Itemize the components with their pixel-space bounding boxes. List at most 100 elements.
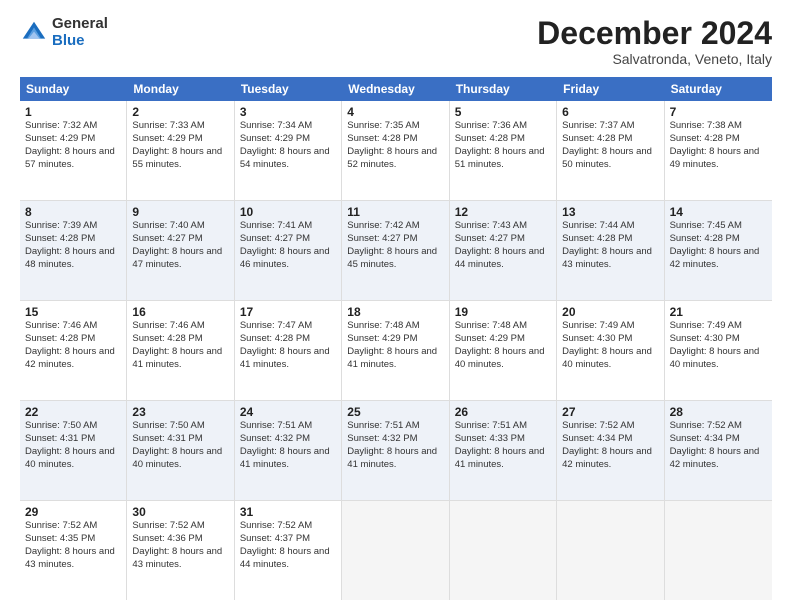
sunset-line: Sunset: 4:32 PM	[347, 433, 443, 446]
sunset-line: Sunset: 4:33 PM	[455, 433, 551, 446]
day-number: 31	[240, 505, 336, 519]
cal-cell-w3-d5: 20 Sunrise: 7:49 AM Sunset: 4:30 PM Dayl…	[557, 301, 664, 400]
sunset-line: Sunset: 4:29 PM	[347, 333, 443, 346]
location: Salvatronda, Veneto, Italy	[537, 51, 772, 67]
cal-cell-w1-d2: 3 Sunrise: 7:34 AM Sunset: 4:29 PM Dayli…	[235, 101, 342, 200]
day-number: 26	[455, 405, 551, 419]
sunrise-line: Sunrise: 7:42 AM	[347, 220, 443, 233]
sunset-line: Sunset: 4:28 PM	[25, 333, 121, 346]
sunrise-line: Sunrise: 7:41 AM	[240, 220, 336, 233]
cal-cell-w4-d1: 23 Sunrise: 7:50 AM Sunset: 4:31 PM Dayl…	[127, 401, 234, 500]
header-saturday: Saturday	[665, 77, 772, 101]
week-row-2: 8 Sunrise: 7:39 AM Sunset: 4:28 PM Dayli…	[20, 201, 772, 301]
sunset-line: Sunset: 4:30 PM	[562, 333, 658, 346]
daylight-label: Daylight: 8 hours and 55 minutes.	[132, 146, 228, 172]
cal-cell-w2-d4: 12 Sunrise: 7:43 AM Sunset: 4:27 PM Dayl…	[450, 201, 557, 300]
day-number: 28	[670, 405, 767, 419]
cal-cell-w5-d0: 29 Sunrise: 7:52 AM Sunset: 4:35 PM Dayl…	[20, 501, 127, 600]
sunset-line: Sunset: 4:31 PM	[132, 433, 228, 446]
day-number: 13	[562, 205, 658, 219]
sunset-line: Sunset: 4:34 PM	[670, 433, 767, 446]
day-number: 2	[132, 105, 228, 119]
sunset-line: Sunset: 4:28 PM	[562, 233, 658, 246]
month-title: December 2024	[537, 16, 772, 51]
week-row-3: 15 Sunrise: 7:46 AM Sunset: 4:28 PM Dayl…	[20, 301, 772, 401]
daylight-label: Daylight: 8 hours and 41 minutes.	[347, 346, 443, 372]
sunset-line: Sunset: 4:31 PM	[25, 433, 121, 446]
daylight-label: Daylight: 8 hours and 40 minutes.	[562, 346, 658, 372]
logo-icon	[20, 19, 48, 47]
day-number: 14	[670, 205, 767, 219]
daylight-label: Daylight: 8 hours and 43 minutes.	[132, 546, 228, 572]
daylight-label: Daylight: 8 hours and 50 minutes.	[562, 146, 658, 172]
day-number: 17	[240, 305, 336, 319]
sunrise-line: Sunrise: 7:46 AM	[25, 320, 121, 333]
day-number: 23	[132, 405, 228, 419]
day-number: 18	[347, 305, 443, 319]
daylight-label: Daylight: 8 hours and 41 minutes.	[240, 346, 336, 372]
sunset-line: Sunset: 4:28 PM	[670, 233, 767, 246]
sunset-line: Sunset: 4:28 PM	[347, 133, 443, 146]
cal-cell-w5-d2: 31 Sunrise: 7:52 AM Sunset: 4:37 PM Dayl…	[235, 501, 342, 600]
daylight-label: Daylight: 8 hours and 42 minutes.	[562, 446, 658, 472]
sunrise-line: Sunrise: 7:48 AM	[347, 320, 443, 333]
cal-cell-w2-d0: 8 Sunrise: 7:39 AM Sunset: 4:28 PM Dayli…	[20, 201, 127, 300]
calendar: Sunday Monday Tuesday Wednesday Thursday…	[20, 77, 772, 600]
sunrise-line: Sunrise: 7:40 AM	[132, 220, 228, 233]
sunrise-line: Sunrise: 7:32 AM	[25, 120, 121, 133]
day-number: 4	[347, 105, 443, 119]
daylight-label: Daylight: 8 hours and 41 minutes.	[455, 446, 551, 472]
sunrise-line: Sunrise: 7:37 AM	[562, 120, 658, 133]
sunrise-line: Sunrise: 7:51 AM	[455, 420, 551, 433]
sunset-line: Sunset: 4:28 PM	[240, 333, 336, 346]
cal-cell-w4-d3: 25 Sunrise: 7:51 AM Sunset: 4:32 PM Dayl…	[342, 401, 449, 500]
daylight-label: Daylight: 8 hours and 42 minutes.	[25, 346, 121, 372]
cal-cell-w4-d2: 24 Sunrise: 7:51 AM Sunset: 4:32 PM Dayl…	[235, 401, 342, 500]
sunset-line: Sunset: 4:35 PM	[25, 533, 121, 546]
sunrise-line: Sunrise: 7:47 AM	[240, 320, 336, 333]
cal-cell-w5-d3	[342, 501, 449, 600]
week-row-5: 29 Sunrise: 7:52 AM Sunset: 4:35 PM Dayl…	[20, 501, 772, 600]
daylight-label: Daylight: 8 hours and 52 minutes.	[347, 146, 443, 172]
sunrise-line: Sunrise: 7:34 AM	[240, 120, 336, 133]
daylight-label: Daylight: 8 hours and 48 minutes.	[25, 246, 121, 272]
cal-cell-w5-d6	[665, 501, 772, 600]
daylight-label: Daylight: 8 hours and 41 minutes.	[132, 346, 228, 372]
daylight-label: Daylight: 8 hours and 40 minutes.	[455, 346, 551, 372]
sunset-line: Sunset: 4:28 PM	[455, 133, 551, 146]
logo: General Blue	[20, 16, 108, 49]
day-number: 15	[25, 305, 121, 319]
day-number: 30	[132, 505, 228, 519]
sunset-line: Sunset: 4:30 PM	[670, 333, 767, 346]
sunrise-line: Sunrise: 7:51 AM	[347, 420, 443, 433]
cal-cell-w5-d1: 30 Sunrise: 7:52 AM Sunset: 4:36 PM Dayl…	[127, 501, 234, 600]
sunrise-line: Sunrise: 7:46 AM	[132, 320, 228, 333]
cal-cell-w3-d6: 21 Sunrise: 7:49 AM Sunset: 4:30 PM Dayl…	[665, 301, 772, 400]
daylight-label: Daylight: 8 hours and 43 minutes.	[562, 246, 658, 272]
sunrise-line: Sunrise: 7:43 AM	[455, 220, 551, 233]
day-number: 19	[455, 305, 551, 319]
sunset-line: Sunset: 4:36 PM	[132, 533, 228, 546]
sunset-line: Sunset: 4:27 PM	[132, 233, 228, 246]
day-number: 11	[347, 205, 443, 219]
sunset-line: Sunset: 4:32 PM	[240, 433, 336, 446]
logo-text: General Blue	[52, 16, 108, 49]
sunrise-line: Sunrise: 7:45 AM	[670, 220, 767, 233]
sunset-line: Sunset: 4:28 PM	[132, 333, 228, 346]
daylight-label: Daylight: 8 hours and 46 minutes.	[240, 246, 336, 272]
logo-general-text: General	[52, 16, 108, 33]
page: General Blue December 2024 Salvatronda, …	[0, 0, 792, 612]
sunset-line: Sunset: 4:27 PM	[455, 233, 551, 246]
cal-cell-w2-d2: 10 Sunrise: 7:41 AM Sunset: 4:27 PM Dayl…	[235, 201, 342, 300]
day-number: 5	[455, 105, 551, 119]
daylight-label: Daylight: 8 hours and 41 minutes.	[240, 446, 336, 472]
sunrise-line: Sunrise: 7:50 AM	[132, 420, 228, 433]
day-number: 7	[670, 105, 767, 119]
header-wednesday: Wednesday	[342, 77, 449, 101]
cal-cell-w1-d0: 1 Sunrise: 7:32 AM Sunset: 4:29 PM Dayli…	[20, 101, 127, 200]
cal-cell-w1-d3: 4 Sunrise: 7:35 AM Sunset: 4:28 PM Dayli…	[342, 101, 449, 200]
day-number: 22	[25, 405, 121, 419]
sunrise-line: Sunrise: 7:48 AM	[455, 320, 551, 333]
cal-cell-w4-d4: 26 Sunrise: 7:51 AM Sunset: 4:33 PM Dayl…	[450, 401, 557, 500]
cal-cell-w3-d2: 17 Sunrise: 7:47 AM Sunset: 4:28 PM Dayl…	[235, 301, 342, 400]
